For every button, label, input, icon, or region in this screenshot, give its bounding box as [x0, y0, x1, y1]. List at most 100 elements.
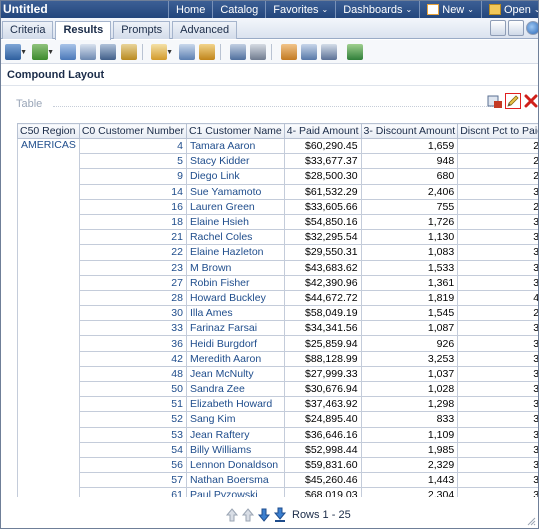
- column-header-paid-amount[interactable]: 4- Paid Amount: [283, 123, 362, 139]
- customer-number-cell[interactable]: 23: [78, 259, 187, 276]
- tab-prompts[interactable]: Prompts: [113, 21, 171, 39]
- filter-icon[interactable]: [230, 44, 246, 60]
- column-header-region[interactable]: C50 Region: [17, 123, 80, 139]
- customer-number-cell[interactable]: 4: [78, 137, 187, 155]
- help-globe-icon[interactable]: [526, 21, 538, 35]
- column-header-discount-amount[interactable]: 3- Discount Amount: [360, 123, 459, 139]
- customer-number-cell[interactable]: 54: [78, 441, 187, 458]
- tab-advanced[interactable]: Advanced: [172, 21, 238, 39]
- customer-number-cell[interactable]: 5: [78, 153, 187, 170]
- export-icon[interactable]: ▼: [32, 44, 54, 60]
- pivot-icon[interactable]: [281, 44, 297, 60]
- global-header: Untitled Home Catalog Favorites ⌄ Dashboards…: [1, 1, 538, 18]
- print-analysis-icon[interactable]: [508, 20, 524, 36]
- discount-amount-cell: 2,329: [360, 456, 459, 474]
- customer-number-cell[interactable]: 30: [78, 305, 187, 322]
- customer-name-cell[interactable]: Diego Link: [185, 168, 285, 185]
- properties-icon[interactable]: [179, 44, 195, 60]
- customer-name-cell[interactable]: Howard Buckley: [185, 289, 285, 307]
- tab-results[interactable]: Results: [55, 21, 112, 40]
- customer-name-cell[interactable]: Sang Kim: [185, 411, 285, 428]
- topnav-home[interactable]: Home: [168, 1, 212, 18]
- table-row: 5Stacy Kidder$33,677.379482.81%: [17, 153, 538, 170]
- customer-number-cell[interactable]: 51: [78, 396, 187, 413]
- customer-name-cell[interactable]: Jean McNulty: [185, 365, 285, 383]
- calculator-icon[interactable]: [250, 44, 266, 60]
- region-cell[interactable]: AMERICAS: [17, 137, 80, 154]
- customer-name-cell[interactable]: Paul Pyzowski: [185, 487, 285, 497]
- format-view-icon[interactable]: [487, 93, 503, 109]
- customer-number-cell[interactable]: 18: [78, 213, 187, 231]
- edit-analysis-icon[interactable]: [121, 44, 137, 60]
- customer-name-cell[interactable]: Heidi Burgdorf: [185, 335, 285, 352]
- customer-number-cell[interactable]: 22: [78, 244, 187, 261]
- customer-number-cell[interactable]: 14: [78, 183, 187, 200]
- customer-name-cell[interactable]: Illa Ames: [185, 305, 285, 322]
- first-page-icon[interactable]: [225, 507, 239, 523]
- sort-order-icon[interactable]: [347, 44, 363, 60]
- print-preview-icon[interactable]: [80, 44, 96, 60]
- save-icon[interactable]: [100, 44, 116, 60]
- topnav-catalog[interactable]: Catalog: [212, 1, 265, 18]
- column-header-customer-name[interactable]: C1 Customer Name: [185, 123, 285, 139]
- previous-page-icon[interactable]: [241, 507, 255, 523]
- table-row: 52Sang Kim$24,895.408333.35%: [17, 411, 538, 428]
- customer-number-cell[interactable]: 52: [78, 411, 187, 428]
- customer-number-cell[interactable]: 36: [78, 335, 187, 352]
- topnav-label: New: [442, 3, 465, 16]
- customer-number-cell[interactable]: 61: [78, 487, 187, 497]
- customer-name-cell[interactable]: Jean Raftery: [185, 426, 285, 443]
- customer-name-cell[interactable]: Elaine Hsieh: [185, 213, 285, 231]
- topnav-new[interactable]: New ⌄: [419, 1, 481, 18]
- results-table: C50 Region C0 Customer Number C1 Custome…: [17, 123, 538, 497]
- customer-name-cell[interactable]: Rachel Coles: [185, 229, 285, 246]
- customer-name-cell[interactable]: Stacy Kidder: [185, 153, 285, 170]
- discount-amount-cell: 1,545: [360, 305, 459, 322]
- refresh-icon[interactable]: [60, 44, 76, 60]
- group-icon[interactable]: [321, 44, 337, 60]
- customer-number-cell[interactable]: 16: [78, 198, 187, 215]
- customer-number-cell[interactable]: 28: [78, 289, 187, 307]
- customer-number-cell[interactable]: 33: [78, 320, 187, 337]
- last-page-icon[interactable]: [273, 507, 287, 523]
- customer-name-cell[interactable]: Sandra Zee: [185, 380, 285, 398]
- customer-number-cell[interactable]: 42: [78, 350, 187, 367]
- new-view-icon[interactable]: ▼: [151, 44, 173, 60]
- customer-name-cell[interactable]: Elaine Hazleton: [185, 244, 285, 261]
- column-header-customer-number[interactable]: C0 Customer Number: [78, 123, 187, 139]
- topnav-open[interactable]: Open⌄: [480, 1, 538, 18]
- help-icon[interactable]: [199, 44, 215, 60]
- customer-number-cell[interactable]: 50: [78, 380, 187, 398]
- customer-number-cell[interactable]: 57: [78, 472, 187, 489]
- remove-view-icon[interactable]: [523, 93, 538, 109]
- customer-number-cell[interactable]: 27: [78, 274, 187, 291]
- edit-view-icon[interactable]: [505, 93, 521, 109]
- resize-grip-icon[interactable]: [526, 516, 536, 526]
- customer-number-cell[interactable]: 56: [78, 456, 187, 474]
- customer-name-cell[interactable]: Nathan Boersma: [185, 472, 285, 489]
- customer-number-cell[interactable]: 9: [78, 168, 187, 185]
- customer-number-cell[interactable]: 48: [78, 365, 187, 383]
- customer-name-cell[interactable]: Meredith Aaron: [185, 350, 285, 367]
- column-header-discount-pct[interactable]: Discnt Pct to Paid Amt: [457, 123, 538, 139]
- customer-number-cell[interactable]: 53: [78, 426, 187, 443]
- customer-name-cell[interactable]: Tamara Aaron: [185, 137, 285, 155]
- customer-name-cell[interactable]: Farinaz Farsai: [185, 320, 285, 337]
- customer-name-cell[interactable]: Elizabeth Howard: [185, 396, 285, 413]
- customer-name-cell[interactable]: Lauren Green: [185, 198, 285, 215]
- tab-criteria[interactable]: Criteria: [2, 21, 54, 39]
- customer-name-cell[interactable]: Sue Yamamoto: [185, 183, 285, 200]
- results-toolbar: ▼ ▼ ▼: [1, 40, 538, 64]
- paid-amount-cell: $37,463.92: [283, 396, 362, 413]
- sort-icon[interactable]: [301, 44, 317, 60]
- customer-name-cell[interactable]: Billy Williams: [185, 441, 285, 458]
- customer-name-cell[interactable]: M Brown: [185, 259, 285, 276]
- customer-number-cell[interactable]: 21: [78, 229, 187, 246]
- topnav-dashboards[interactable]: Dashboards ⌄: [335, 1, 419, 18]
- topnav-favorites[interactable]: Favorites ⌄: [265, 1, 335, 18]
- print-icon[interactable]: ▼: [5, 44, 27, 60]
- customer-name-cell[interactable]: Lennon Donaldson: [185, 456, 285, 474]
- next-page-icon[interactable]: [257, 507, 271, 523]
- save-analysis-icon[interactable]: [490, 20, 506, 36]
- customer-name-cell[interactable]: Robin Fisher: [185, 274, 285, 291]
